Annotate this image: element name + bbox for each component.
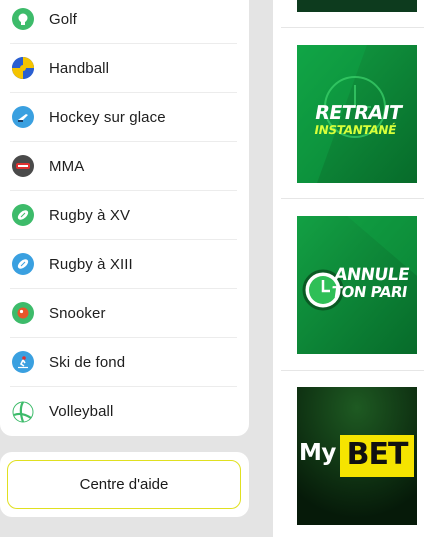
- sport-item-rugby-xiii[interactable]: Rugby à XIII: [10, 240, 237, 289]
- promo-line2: INSTANTANÉ: [313, 123, 398, 137]
- promo-line1: ANNULE: [332, 265, 411, 285]
- sport-item-golf[interactable]: Golf: [10, 0, 237, 44]
- snooker-icon: [12, 302, 34, 324]
- sport-label: Hockey sur glace: [49, 108, 166, 126]
- sport-label: Snooker: [49, 304, 106, 322]
- divider: [281, 27, 424, 28]
- sport-item-ski[interactable]: Ski de fond: [10, 338, 237, 387]
- help-card: Centre d'aide: [0, 452, 249, 517]
- sport-item-hockey[interactable]: Hockey sur glace: [10, 93, 237, 142]
- handball-icon: [12, 57, 34, 79]
- sport-label: Rugby à XV: [49, 206, 131, 224]
- sport-item-volleyball[interactable]: Volleyball: [10, 387, 237, 436]
- promo-line2: TON PARI: [330, 283, 409, 301]
- sport-label: Handball: [49, 59, 110, 77]
- promo-banner-cancel-bet[interactable]: ANNULE TON PARI: [297, 216, 417, 354]
- rugby-xiii-icon: [12, 253, 34, 275]
- promo-banner-top[interactable]: [297, 0, 417, 12]
- sports-list-card: Golf Handball Hockey sur glace MMA Rugby…: [0, 0, 249, 436]
- sport-item-mma[interactable]: MMA: [10, 142, 237, 191]
- sport-label: MMA: [49, 157, 85, 175]
- promo-banner-instant-withdrawal[interactable]: RETRAIT INSTANTANÉ: [297, 45, 417, 183]
- sport-label: Ski de fond: [49, 353, 126, 371]
- promo-line1: RETRAIT: [313, 102, 404, 124]
- divider: [281, 370, 424, 371]
- ice-hockey-icon: [12, 106, 34, 128]
- divider: [281, 198, 424, 199]
- golf-icon: [12, 8, 34, 30]
- sport-item-rugby-xv[interactable]: Rugby à XV: [10, 191, 237, 240]
- sport-item-handball[interactable]: Handball: [10, 44, 237, 93]
- help-center-button[interactable]: Centre d'aide: [7, 460, 241, 509]
- sport-label: Rugby à XIII: [49, 255, 133, 273]
- promo-banner-mybet[interactable]: My BET: [297, 387, 417, 525]
- promo-column: RETRAIT INSTANTANÉ ANNULE TON PARI My BE…: [273, 0, 424, 537]
- sport-label: Volleyball: [49, 403, 114, 420]
- rugby-xv-icon: [12, 204, 34, 226]
- volleyball-icon: [12, 400, 34, 423]
- promo-word1: My: [299, 440, 336, 466]
- promo-word2: BET: [346, 437, 409, 472]
- sport-label: Golf: [49, 10, 77, 28]
- cross-country-ski-icon: [12, 351, 34, 373]
- sport-item-snooker[interactable]: Snooker: [10, 289, 237, 338]
- mma-icon: [12, 155, 34, 177]
